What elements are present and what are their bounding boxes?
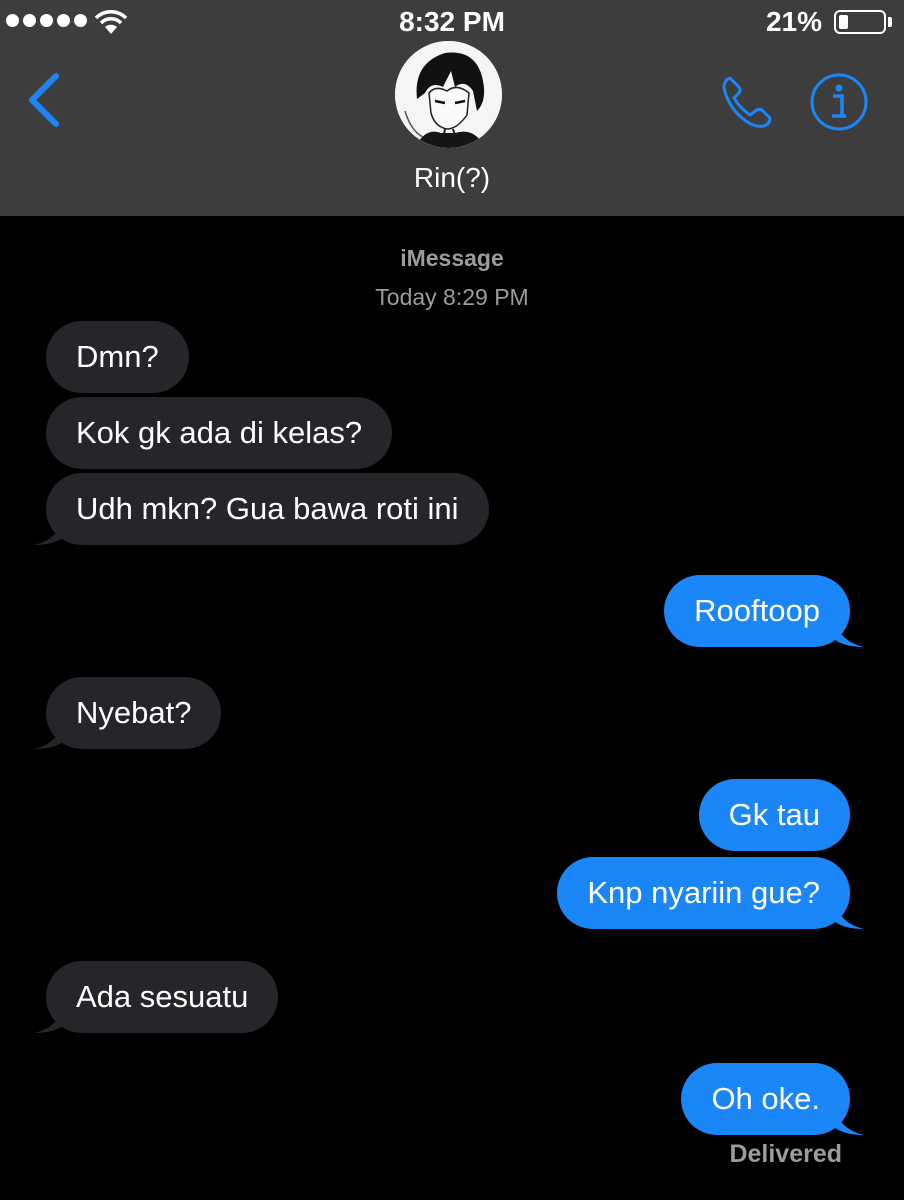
timestamp-time: 8:29 PM (443, 284, 529, 310)
contact-name[interactable]: Rin(?) (0, 162, 904, 194)
contact-avatar[interactable] (395, 41, 502, 148)
incoming-message-bubble[interactable]: Udh mkn? Gua bawa roti ini (46, 473, 489, 545)
status-bar: 8:32 PM 21% (0, 0, 904, 44)
info-icon[interactable] (809, 72, 869, 132)
service-label: iMessage (400, 245, 504, 271)
incoming-message-bubble[interactable]: Dmn? (46, 321, 189, 393)
bubble-tail (34, 515, 64, 545)
incoming-message-bubble[interactable]: Kok gk ada di kelas? (46, 397, 393, 469)
incoming-message-bubble[interactable]: Ada sesuatu (46, 961, 279, 1033)
bubble-tail (834, 1105, 864, 1135)
bubble-tail (834, 617, 864, 647)
outgoing-message-bubble[interactable]: Rooftoop (664, 575, 850, 647)
outgoing-message-bubble[interactable]: Gk tau (698, 779, 850, 851)
outgoing-message-bubble[interactable]: Oh oke. (681, 1063, 850, 1135)
incoming-message-bubble[interactable]: Nyebat? (46, 677, 222, 749)
anime-portrait-icon (395, 41, 502, 148)
bubble-tail (34, 719, 64, 749)
delivery-status: Delivered (729, 1140, 842, 1168)
battery-tip (888, 17, 892, 27)
battery-level-fill (839, 15, 848, 29)
bubble-tail (834, 899, 864, 929)
battery-percent: 21% (765, 6, 822, 37)
outgoing-message-bubble[interactable]: Knp nyariin gue? (557, 857, 850, 929)
battery-icon (834, 10, 886, 34)
thread-timestamp: Today 8:29 PM (0, 284, 904, 311)
conversation-header: Rin(?) (0, 41, 904, 216)
timestamp-day: Today (375, 284, 437, 310)
back-chevron-icon[interactable] (24, 72, 64, 128)
bubble-tail (34, 1003, 64, 1033)
phone-icon[interactable] (716, 72, 776, 132)
